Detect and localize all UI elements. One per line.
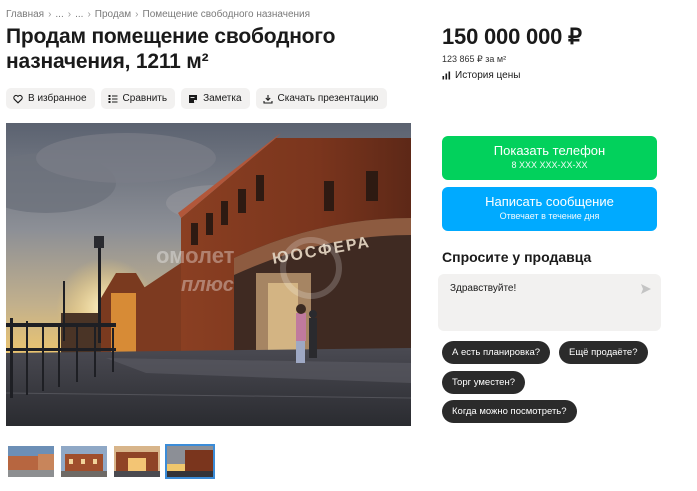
quick-question-chip[interactable]: Ещё продаёте? (559, 341, 648, 364)
heart-icon (13, 94, 23, 104)
page-title: Продам помещение свободного назначения, … (6, 25, 336, 73)
response-time: Отвечает в течение дня (499, 211, 600, 221)
thumbnail[interactable] (59, 444, 109, 479)
price-history-link[interactable]: История цены (442, 70, 520, 81)
note-label: Заметка (203, 93, 242, 104)
price-per-m2: 123 865 ₽ за м² (442, 54, 507, 64)
thumbnail[interactable] (112, 444, 162, 479)
main-photo[interactable]: ЮОСФЕРА омолет плюс (6, 123, 411, 426)
compare-button[interactable]: Сравнить (100, 88, 176, 109)
write-message-button[interactable]: Написать сообщение Отвечает в течение дн… (442, 187, 657, 231)
quick-question-chip[interactable]: А есть планировка? (442, 341, 551, 364)
compare-label: Сравнить (122, 93, 168, 104)
ask-message-text: Здравствуйте! (450, 283, 517, 294)
listing-actions: В избранное Сравнить Заметка Скачать пре… (6, 88, 387, 109)
favorite-button[interactable]: В избранное (6, 88, 95, 109)
write-message-label: Написать сообщение (485, 194, 614, 209)
ask-seller-input[interactable]: Здравствуйте! (438, 274, 661, 331)
watermark-text-2: плюс (181, 274, 234, 296)
show-phone-button[interactable]: Показать телефон 8 XXX XXX-XX-XX (442, 136, 657, 180)
breadcrumb-collapsed-2[interactable]: ... (75, 9, 83, 20)
breadcrumb-separator: › (48, 9, 52, 20)
ask-seller-title: Спросите у продавца (442, 249, 592, 265)
quick-question-chip[interactable]: Торг уместен? (442, 371, 525, 394)
thumbnail[interactable] (6, 444, 56, 479)
favorite-label: В избранное (28, 93, 87, 104)
breadcrumb-separator: › (67, 9, 72, 20)
compare-icon (108, 94, 118, 103)
price-history-label: История цены (455, 70, 521, 81)
breadcrumb-home[interactable]: Главная (6, 9, 44, 20)
thumbnail-image (8, 446, 54, 477)
presentation-label: Скачать презентацию (277, 93, 379, 104)
thumbnail-image (114, 446, 160, 477)
breadcrumb: Главная › ... › ... › Продам › Помещение… (6, 9, 310, 20)
note-button[interactable]: Заметка (181, 88, 250, 109)
download-icon (262, 94, 273, 104)
breadcrumb-sell[interactable]: Продам (95, 9, 131, 20)
send-icon[interactable] (640, 283, 652, 295)
breadcrumb-current: Помещение свободного назначения (142, 9, 311, 20)
breadcrumb-separator: › (87, 9, 91, 20)
chart-icon (442, 71, 451, 80)
photo-thumbnails (6, 444, 215, 479)
note-icon (189, 94, 198, 103)
breadcrumb-separator: › (135, 9, 139, 20)
download-presentation-button[interactable]: Скачать презентацию (255, 88, 387, 109)
thumbnail-image (61, 446, 107, 477)
quick-question-chip[interactable]: Когда можно посмотреть? (442, 400, 577, 423)
watermark-text-1: омолет (156, 243, 235, 268)
breadcrumb-collapsed-1[interactable]: ... (55, 9, 63, 20)
building-photo: ЮОСФЕРА омолет плюс (6, 123, 411, 426)
thumbnail-active[interactable] (165, 444, 215, 479)
price: 150 000 000 ₽ (442, 24, 582, 49)
thumbnail-image (167, 446, 213, 477)
show-phone-label: Показать телефон (493, 143, 606, 158)
phone-masked: 8 XXX XXX-XX-XX (511, 160, 588, 170)
